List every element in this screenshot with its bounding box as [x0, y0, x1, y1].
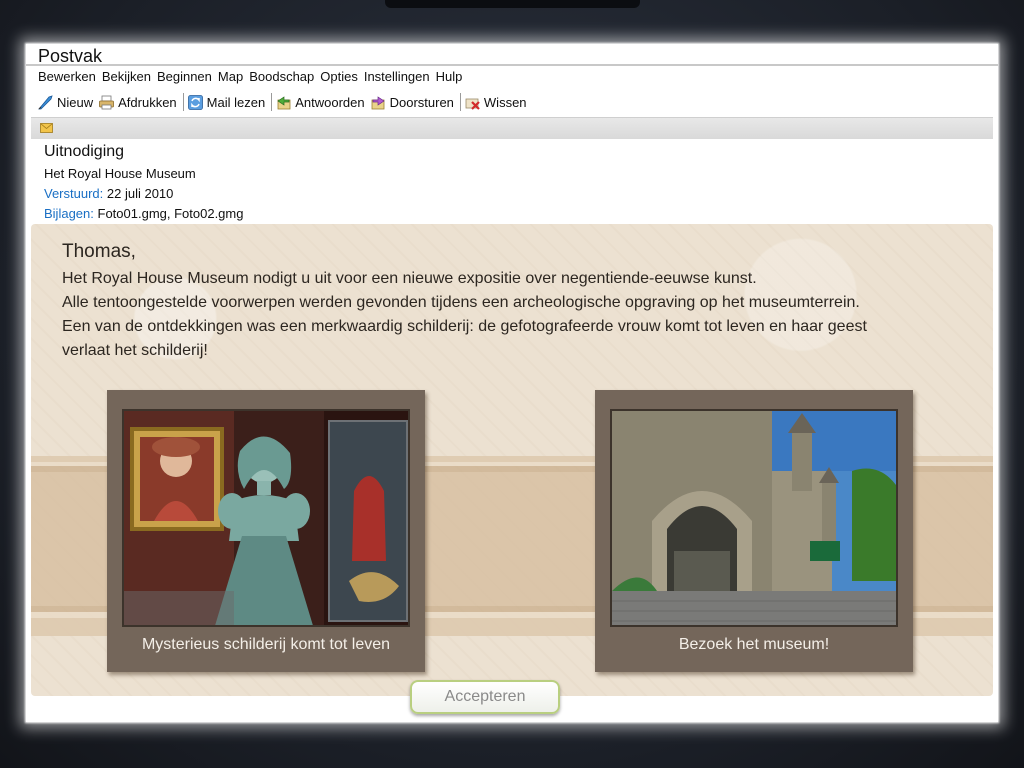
menu-bar: Bewerken Bekijken Beginnen Map Boodschap… — [38, 69, 462, 87]
menu-item-beginnen[interactable]: Beginnen — [157, 69, 212, 87]
attachments-label: Bijlagen: — [44, 206, 94, 221]
delete-x-icon — [464, 94, 481, 111]
mail-window: Postvak Bewerken Bekijken Beginnen Map B… — [26, 44, 998, 722]
menu-item-hulp[interactable]: Hulp — [436, 69, 463, 87]
body-line: verlaat het schilderij! — [62, 342, 208, 359]
delete-button[interactable]: Wissen — [463, 94, 531, 111]
quill-pen-icon — [37, 94, 54, 111]
photo-card-museum[interactable]: Bezoek het museum! — [595, 390, 913, 672]
message-sender: Het Royal House Museum — [44, 166, 196, 181]
toolbar-separator — [271, 93, 273, 111]
print-button-label: Afdrukken — [118, 94, 177, 110]
print-button[interactable]: Afdrukken — [97, 94, 181, 111]
attachments-list[interactable]: Foto01.gmg, Foto02.gmg — [98, 206, 244, 221]
delete-button-label: Wissen — [483, 94, 527, 110]
read-mail-button[interactable]: Mail lezen — [186, 94, 270, 111]
menu-item-bekijken[interactable]: Bekijken — [102, 69, 151, 87]
forward-button[interactable]: Doorsturen — [369, 94, 458, 111]
sent-label: Verstuurd: — [44, 186, 104, 201]
message-subject: Uitnodiging — [44, 143, 125, 160]
toolbar-separator — [182, 93, 184, 111]
letter-text: Thomas, Het Royal House Museum nodigt u … — [62, 239, 962, 363]
message-header-strip — [31, 117, 993, 139]
new-button[interactable]: Nieuw — [36, 94, 97, 111]
message-attachments-row: Bijlagen: Foto01.gmg, Foto02.gmg — [44, 204, 984, 224]
forward-button-label: Doorsturen — [389, 94, 454, 110]
message-sent-row: Verstuurd: 22 juli 2010 — [44, 184, 984, 204]
menu-item-bewerken[interactable]: Bewerken — [38, 69, 96, 87]
reply-button[interactable]: Antwoorden — [274, 94, 368, 111]
accept-button[interactable]: Accepteren — [410, 680, 560, 714]
forward-arrow-icon — [370, 94, 387, 111]
toolbar: Nieuw Afdrukken Mail lezen Antwoorden Do… — [36, 91, 531, 113]
photo-card-painting[interactable]: Mysterieus schilderij komt tot leven — [107, 390, 425, 672]
photo-caption: Mysterieus schilderij komt tot leven — [141, 636, 391, 653]
sent-date: 22 juli 2010 — [106, 186, 174, 201]
photo-museum[interactable] — [610, 409, 898, 627]
top-notch — [385, 0, 640, 8]
printer-icon — [98, 94, 115, 111]
body-line: Alle tentoongestelde voorwerpen werden g… — [62, 294, 860, 311]
body-line: Een van de ontdekkingen was een merkwaar… — [62, 318, 867, 335]
envelope-icon — [40, 123, 53, 133]
photo-painting[interactable] — [122, 409, 410, 627]
reply-button-label: Antwoorden — [295, 94, 365, 110]
reply-arrow-icon — [275, 94, 292, 111]
body-line: Het Royal House Museum nodigt u uit voor… — [62, 270, 757, 287]
title-bar: Postvak — [26, 44, 998, 66]
window-title: Postvak — [38, 46, 103, 66]
menu-item-opties[interactable]: Opties — [320, 69, 358, 87]
sync-arrows-icon — [187, 94, 204, 111]
menu-item-map[interactable]: Map — [218, 69, 243, 87]
photo-caption: Bezoek het museum! — [678, 636, 830, 653]
salutation: Thomas, — [62, 241, 136, 262]
menu-item-boodschap[interactable]: Boodschap — [249, 69, 314, 87]
toolbar-separator — [459, 93, 461, 111]
message-header: Uitnodiging Het Royal House Museum Verst… — [44, 142, 984, 224]
menu-item-instellingen[interactable]: Instellingen — [364, 69, 430, 87]
read-mail-button-label: Mail lezen — [206, 94, 266, 110]
message-body: Thomas, Het Royal House Museum nodigt u … — [31, 224, 993, 696]
new-button-label: Nieuw — [57, 94, 94, 110]
